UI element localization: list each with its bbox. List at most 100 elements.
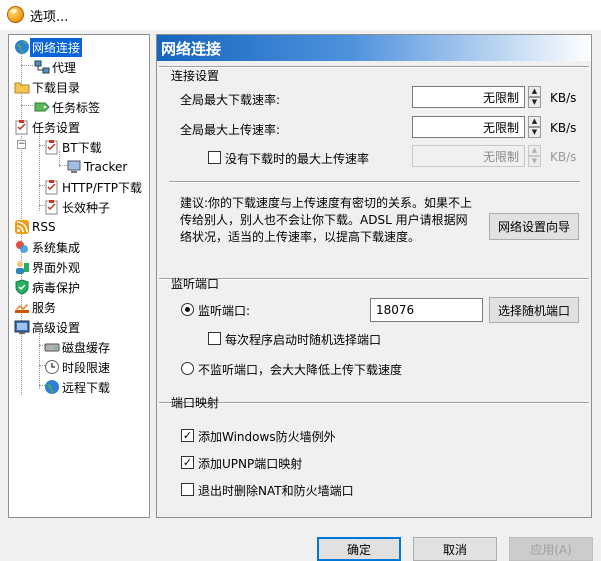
- random-port-button[interactable]: 选择随机端口: [489, 297, 579, 323]
- service-icon: [15, 304, 29, 313]
- panel-title: 网络连接: [161, 40, 222, 58]
- spin-down-icon[interactable]: ▼: [528, 97, 541, 108]
- tree-item-label: 病毒保护: [32, 280, 81, 295]
- rss-icon: [15, 220, 29, 234]
- clipboard-icon: [45, 180, 58, 195]
- tree-item-label: BT下载: [62, 140, 102, 155]
- tree-item-time-limit[interactable]: 时段限速: [44, 357, 112, 377]
- idle-upload-unit: KB/s: [550, 150, 577, 164]
- title-bar: 选项...: [0, 0, 601, 30]
- idle-upload-spinner[interactable]: ▲ ▼: [528, 145, 541, 167]
- upnp-checkbox[interactable]: ✓: [181, 456, 194, 469]
- tree-item-label: 下载目录: [32, 80, 81, 95]
- max-upload-input[interactable]: 无限制: [412, 116, 525, 138]
- tree-item-label: 远程下载: [62, 380, 111, 395]
- network-icon: [34, 60, 50, 74]
- tree-item-download-dir[interactable]: 下载目录: [14, 77, 82, 97]
- no-listen-radio[interactable]: [181, 362, 194, 375]
- shield-icon: [15, 279, 29, 295]
- disk-icon: [44, 343, 60, 352]
- listen-port-label: 监听端口:: [198, 304, 251, 318]
- tree-item-label: Tracker: [84, 160, 128, 174]
- port-input[interactable]: 18076: [370, 298, 483, 322]
- tree-item-network[interactable]: 网络连接: [14, 37, 83, 57]
- tree-item-label: 服务: [32, 300, 57, 315]
- panel-header: 网络连接: [157, 35, 591, 61]
- tree-item-virus-protection[interactable]: 病毒保护: [14, 277, 82, 297]
- clipboard-icon: [45, 200, 58, 215]
- random-on-start-label: 每次程序启动时随机选择端口: [225, 333, 382, 347]
- remove-on-exit-checkbox[interactable]: [181, 483, 194, 496]
- tree-item-tracker[interactable]: Tracker: [66, 157, 129, 177]
- tree-item-label: 系统集成: [32, 240, 81, 255]
- firewall-checkbox[interactable]: ✓: [181, 429, 194, 442]
- max-upload-spinner[interactable]: ▲ ▼: [528, 116, 541, 138]
- tree-item-task-settings[interactable]: 任务设置: [14, 117, 82, 137]
- upnp-label: 添加UPNP端口映射: [198, 457, 303, 471]
- spin-down-icon[interactable]: ▼: [528, 127, 541, 138]
- globe-icon: [15, 40, 29, 54]
- remote-globe-icon: [45, 380, 59, 394]
- bt-expander[interactable]: −: [17, 140, 26, 149]
- tree-item-remote-download[interactable]: 远程下载: [44, 377, 112, 397]
- app-logo-icon: [7, 6, 24, 23]
- group-title-mapping: 端口映射: [171, 396, 220, 410]
- tree-item-label: 时段限速: [62, 360, 111, 375]
- tree-item-label: 任务设置: [32, 120, 81, 135]
- max-download-input[interactable]: 无限制: [412, 86, 525, 108]
- apply-button[interactable]: 应用(A): [509, 537, 593, 561]
- idle-upload-label: 没有下载时的最大上传速率: [225, 152, 370, 166]
- tree-item-system-integration[interactable]: 系统集成: [14, 237, 82, 257]
- spin-up-icon[interactable]: ▲: [528, 116, 541, 127]
- tree-item-bt-download[interactable]: BT下载: [44, 137, 104, 157]
- clock-icon: [45, 360, 59, 374]
- max-download-unit: KB/s: [550, 91, 577, 105]
- random-on-start-checkbox[interactable]: [208, 332, 221, 345]
- tree-item-proxy[interactable]: 代理: [34, 57, 78, 77]
- tree-item-http-ftp[interactable]: HTTP/FTP下载: [44, 177, 144, 197]
- cancel-button[interactable]: 取消: [413, 537, 497, 561]
- firewall-label: 添加Windows防火墙例外: [198, 430, 336, 444]
- max-download-label: 全局最大下载速率:: [180, 93, 281, 107]
- network-wizard-button[interactable]: 网络设置向导: [489, 213, 579, 240]
- clipboard-icon: [15, 120, 28, 135]
- spin-up-icon[interactable]: ▲: [528, 86, 541, 97]
- group-title-connection: 连接设置: [171, 69, 220, 83]
- tree-item-task-tags[interactable]: 任务标签: [34, 97, 102, 117]
- ok-button[interactable]: 确定: [317, 537, 401, 561]
- spin-up-icon[interactable]: ▲: [528, 145, 541, 156]
- idle-upload-input[interactable]: 无限制: [412, 145, 525, 167]
- tree-item-label: RSS: [32, 220, 56, 234]
- integration-icon: [16, 241, 28, 253]
- appearance-icon: [16, 261, 29, 274]
- idle-upload-checkbox[interactable]: [208, 151, 221, 164]
- tree-item-service[interactable]: 服务: [14, 297, 58, 317]
- spin-down-icon[interactable]: ▼: [528, 156, 541, 167]
- tree-item-label: 代理: [52, 60, 77, 75]
- max-upload-label: 全局最大上传速率:: [180, 123, 281, 137]
- tree-item-long-seed[interactable]: 长效种子: [44, 197, 112, 217]
- remove-on-exit-label: 退出时删除NAT和防火墙端口: [198, 484, 354, 498]
- computer-icon: [67, 160, 81, 173]
- window-title: 选项...: [30, 10, 69, 25]
- tree-item-label: 任务标签: [52, 100, 101, 115]
- advice-text: 建议:你的下载速度与上传速度有密切的关系。如果不上 传给别人，别人也不会让你下载…: [180, 196, 473, 244]
- tree-item-rss[interactable]: RSS: [14, 217, 58, 237]
- tree-item-label: 界面外观: [32, 260, 81, 275]
- max-download-spinner[interactable]: ▲ ▼: [528, 86, 541, 108]
- clipboard-icon: [45, 140, 58, 155]
- tag-icon: [34, 102, 50, 112]
- max-upload-unit: KB/s: [550, 121, 577, 135]
- settings-panel: 网络连接 连接设置 全局最大下载速率: 无限制 ▲ ▼ KB/s 全局最大上传速…: [156, 34, 592, 518]
- tree-item-disk-cache[interactable]: 磁盘缓存: [44, 337, 112, 357]
- advanced-icon: [14, 320, 30, 334]
- folder-icon: [14, 82, 30, 94]
- tree-item-label: 网络连接: [30, 37, 83, 57]
- tree-item-label: 磁盘缓存: [62, 340, 111, 355]
- tree-item-label: HTTP/FTP下载: [62, 180, 143, 195]
- group-title-listen: 监听端口: [171, 277, 220, 291]
- tree-item-appearance[interactable]: 界面外观: [14, 257, 82, 277]
- options-tree: − 网络连接 代理 下载目录 任务标签 任务设置 BT下载 Tracker HT…: [8, 34, 150, 518]
- tree-item-advanced[interactable]: 高级设置: [14, 317, 82, 337]
- listen-port-radio[interactable]: [181, 303, 194, 316]
